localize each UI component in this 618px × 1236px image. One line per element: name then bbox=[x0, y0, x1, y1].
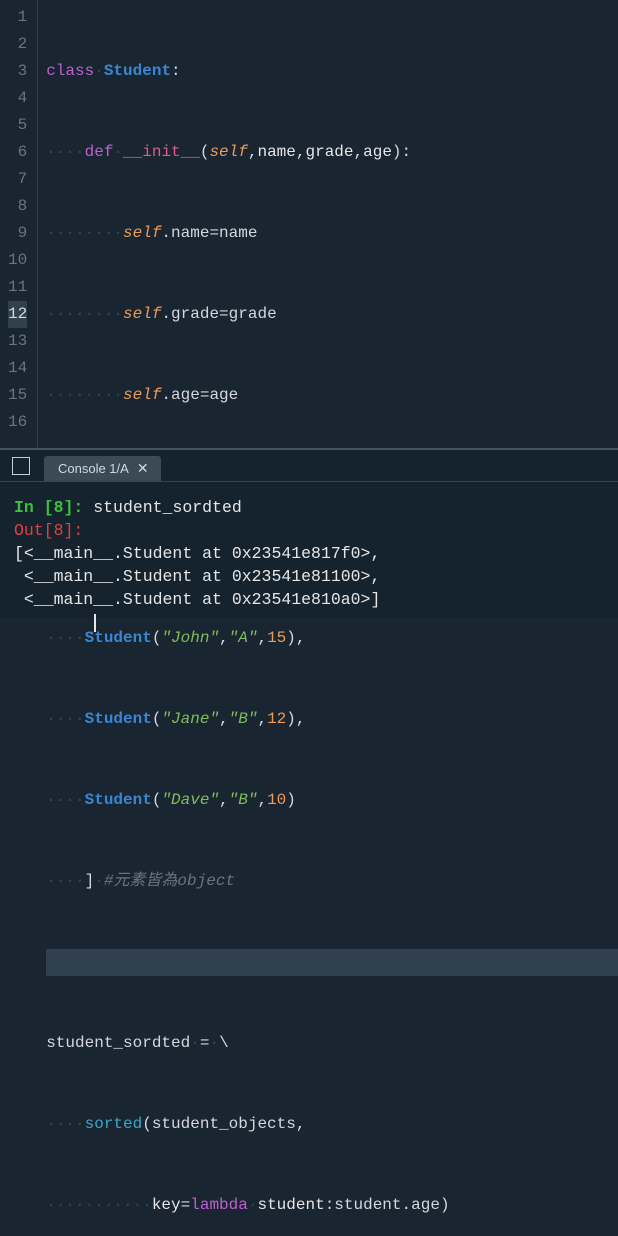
line-number: 12 bbox=[8, 301, 27, 328]
console-panel: Console 1/A ✕ In [8]: student_sordted Ou… bbox=[0, 450, 618, 618]
line-number: 13 bbox=[8, 328, 27, 355]
code-line-current bbox=[46, 949, 618, 976]
line-number: 5 bbox=[8, 112, 27, 139]
code-line: ···········key=lambda·student:student.ag… bbox=[46, 1192, 618, 1219]
line-number: 9 bbox=[8, 220, 27, 247]
console-output-line: <__main__.Student at 0x23541e810a0>] bbox=[14, 590, 380, 609]
line-number: 4 bbox=[8, 85, 27, 112]
console-tabs: Console 1/A ✕ bbox=[0, 450, 618, 482]
close-icon[interactable]: ✕ bbox=[137, 460, 149, 477]
in-number: 8 bbox=[54, 498, 64, 517]
line-number: 3 bbox=[8, 58, 27, 85]
line-number: 16 bbox=[8, 409, 27, 436]
code-line: ········self.grade=grade bbox=[46, 301, 618, 328]
line-number-gutter: 1 2 3 4 5 6 7 8 9 10 11 12 13 14 15 16 bbox=[0, 0, 38, 448]
line-number: 10 bbox=[8, 247, 27, 274]
line-number: 11 bbox=[8, 274, 27, 301]
code-line: ····Student("Jane","B",12), bbox=[46, 706, 618, 733]
panel-icon[interactable] bbox=[12, 457, 30, 475]
console-tab[interactable]: Console 1/A ✕ bbox=[44, 456, 161, 481]
line-number: 8 bbox=[8, 193, 27, 220]
code-line: class·Student: bbox=[46, 58, 618, 85]
console-tab-label: Console 1/A bbox=[58, 461, 129, 476]
cursor bbox=[94, 614, 96, 632]
line-number: 1 bbox=[8, 4, 27, 31]
code-line: ········self.age=age bbox=[46, 382, 618, 409]
out-prompt: Out[ bbox=[14, 521, 54, 540]
code-line: ····Student("Dave","B",10) bbox=[46, 787, 618, 814]
line-number: 14 bbox=[8, 355, 27, 382]
code-line: ····sorted(student_objects, bbox=[46, 1111, 618, 1138]
code-line: ····def·__init__(self,name,grade,age): bbox=[46, 139, 618, 166]
code-line: student_sordted·=·\ bbox=[46, 1030, 618, 1057]
line-number: 6 bbox=[8, 139, 27, 166]
code-area[interactable]: class·Student: ····def·__init__(self,nam… bbox=[38, 0, 618, 448]
in-prompt: In [ bbox=[14, 498, 54, 517]
code-editor: 1 2 3 4 5 6 7 8 9 10 11 12 13 14 15 16 c… bbox=[0, 0, 618, 450]
console-output-line: [<__main__.Student at 0x23541e817f0>, bbox=[14, 544, 380, 563]
console-output[interactable]: In [8]: student_sordted Out[8]: [<__main… bbox=[0, 482, 618, 642]
line-number: 7 bbox=[8, 166, 27, 193]
line-number: 2 bbox=[8, 31, 27, 58]
out-number: 8 bbox=[54, 521, 64, 540]
code-line: ········self.name=name bbox=[46, 220, 618, 247]
code-line: ····]·#元素皆為object bbox=[46, 868, 618, 895]
console-output-line: <__main__.Student at 0x23541e81100>, bbox=[14, 567, 380, 586]
line-number: 15 bbox=[8, 382, 27, 409]
console-input: student_sordted bbox=[93, 498, 242, 517]
